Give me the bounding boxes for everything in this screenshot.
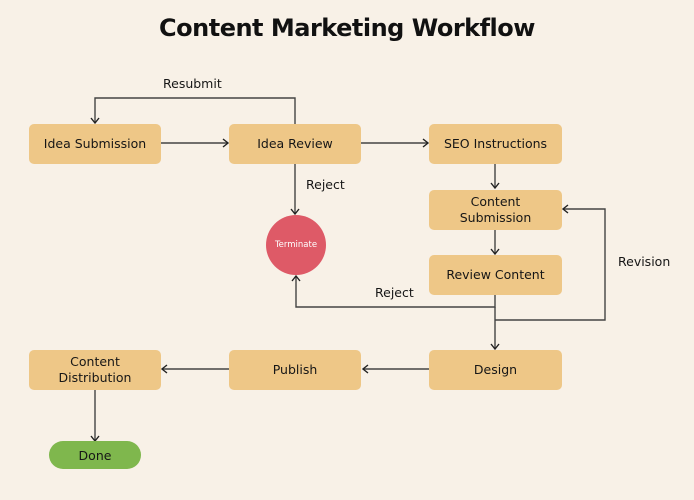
node-content-distribution[interactable]: Content Distribution — [29, 350, 161, 390]
node-idea-submission[interactable]: Idea Submission — [29, 124, 161, 164]
node-review-content[interactable]: Review Content — [429, 255, 562, 295]
node-terminate[interactable]: Terminate — [266, 215, 326, 275]
label-resubmit: Resubmit — [163, 76, 222, 91]
node-done[interactable]: Done — [49, 441, 141, 469]
label-revision: Revision — [618, 254, 671, 269]
node-seo-instructions[interactable]: SEO Instructions — [429, 124, 562, 164]
connectors — [90, 97, 606, 443]
edge-resubmit — [90, 97, 296, 125]
label-reject-idea: Reject — [306, 177, 345, 192]
node-publish[interactable]: Publish — [229, 350, 361, 390]
node-content-submission[interactable]: Content Submission — [429, 190, 562, 230]
label-reject-content: Reject — [375, 285, 414, 300]
node-idea-review[interactable]: Idea Review — [229, 124, 361, 164]
node-design[interactable]: Design — [429, 350, 562, 390]
